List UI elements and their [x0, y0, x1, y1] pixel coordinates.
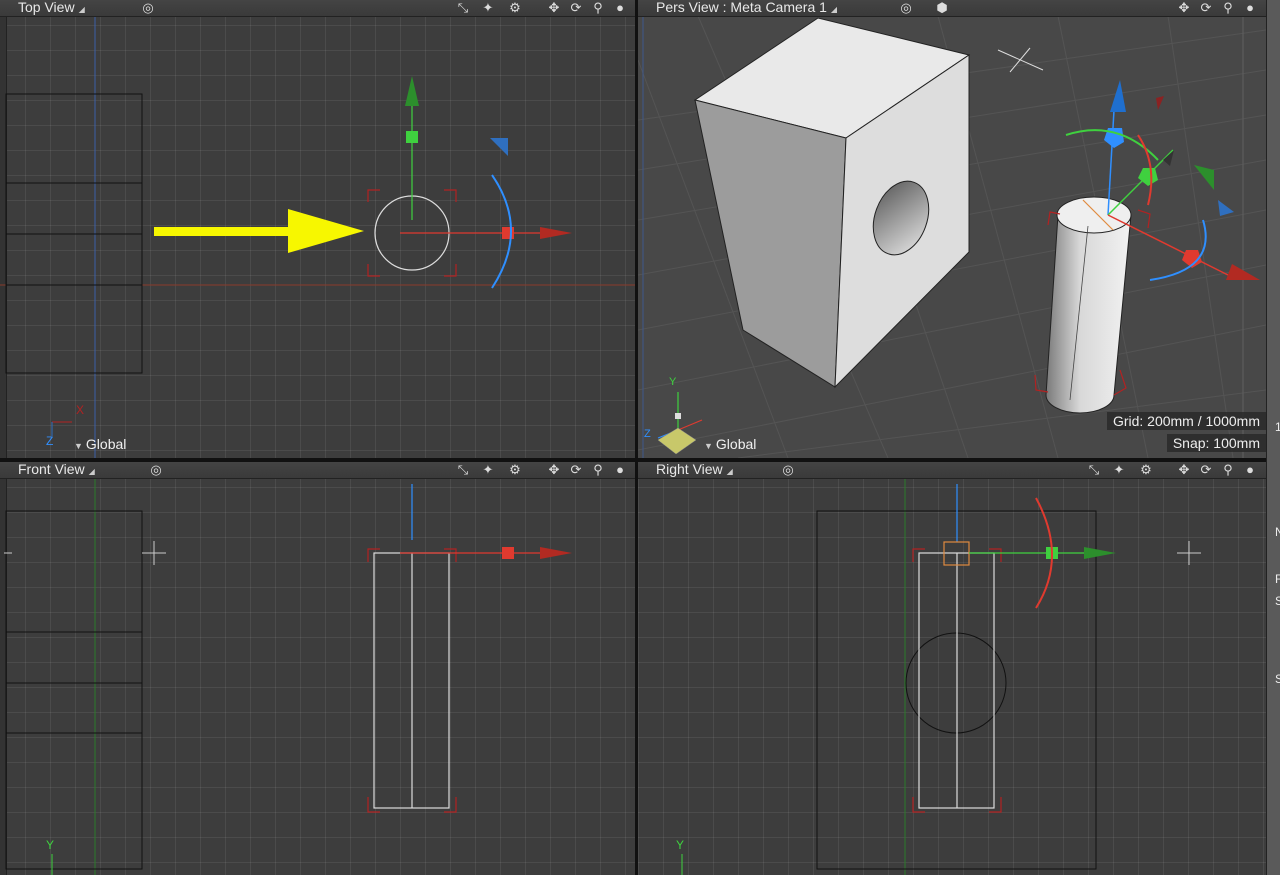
top-view-header: Top View ◢ ◎ ⤡ ✦ ⚙ ✥ ⟳ ⚲ ●: [0, 0, 635, 17]
target-icon[interactable]: ◎: [780, 462, 796, 478]
shading-sphere-icon[interactable]: ●: [1242, 462, 1258, 478]
annotation-arrow: [154, 209, 364, 253]
pers-axis-y-label: Y: [669, 376, 677, 388]
front-view-canvas: [4, 478, 572, 875]
front-axis-y-label: Y: [46, 838, 55, 852]
front-view-title[interactable]: Front View ◢: [18, 462, 95, 480]
right-gizmo: [943, 484, 1116, 609]
viewport-divider-vertical[interactable]: [635, 0, 638, 875]
pers-axis-z-label: Z: [644, 428, 651, 440]
right-view-title[interactable]: Right View ◢: [656, 462, 733, 480]
panel-fragment-label: N: [1275, 525, 1280, 539]
cylinder-mesh: [1045, 196, 1132, 414]
pers-view-title[interactable]: Pers View : Meta Camera 1 ◢: [656, 0, 837, 18]
shading-sphere-icon[interactable]: ●: [612, 462, 628, 478]
origin-cross-right: [1177, 541, 1201, 565]
pers-axis-triad: [657, 392, 703, 455]
cylinder-front: [373, 552, 450, 809]
zoom-icon[interactable]: ⚲: [1220, 0, 1236, 16]
settings-gear-icon[interactable]: ⚙: [507, 462, 523, 478]
zoom-icon[interactable]: ⚲: [1220, 462, 1236, 478]
box-outline-front: [5, 510, 143, 870]
top-coord-system-dropdown[interactable]: ▼ Global: [74, 436, 126, 452]
panel-fragment-label: 1: [1275, 420, 1280, 434]
top-view-viewport[interactable]: Top View ◢ ◎ ⤡ ✦ ⚙ ✥ ⟳ ⚲ ● X Z ▼ Global: [0, 0, 635, 458]
properties-panel-edge[interactable]: 1 N F S S: [1266, 0, 1280, 875]
fit-icon[interactable]: ⤡: [1086, 462, 1102, 478]
front-view-header: Front View ◢ ◎ ⤡ ✦ ⚙ ✥ ⟳ ⚲ ●: [0, 462, 635, 479]
target-icon[interactable]: ◎: [148, 462, 164, 478]
front-view-viewport[interactable]: Front View ◢ ◎ ⤡ ✦ ⚙ ✥ ⟳ ⚲ ● Y: [0, 462, 635, 875]
settings-gear-icon[interactable]: ⚙: [507, 0, 523, 16]
zoom-icon[interactable]: ⚲: [590, 0, 606, 16]
fit-icon[interactable]: ⤡: [455, 462, 471, 478]
pan-icon[interactable]: ✥: [546, 0, 562, 16]
fit-icon[interactable]: ⤡: [455, 0, 471, 16]
top-view-canvas: [0, 16, 635, 458]
pers-view-header: Pers View : Meta Camera 1 ◢ ◎ ⬢ ✥ ⟳ ⚲ ●: [638, 0, 1266, 17]
pan-icon[interactable]: ✥: [1176, 0, 1192, 16]
target-icon[interactable]: ◎: [898, 0, 914, 16]
right-view-canvas: [681, 478, 1201, 875]
right-view-viewport[interactable]: Right View ◢ ◎ ⤡ ✦ ⚙ ✥ ⟳ ⚲ ● Y: [638, 462, 1266, 875]
settings-gear-icon[interactable]: ⚙: [1138, 462, 1154, 478]
transform-gizmo: [400, 76, 572, 289]
axis-triad: [51, 421, 72, 436]
shading-sphere-icon[interactable]: ●: [1242, 0, 1258, 16]
rotate-icon[interactable]: ⟳: [568, 0, 584, 16]
block-hole-outline: [905, 632, 1007, 734]
target-icon[interactable]: ◎: [140, 0, 156, 16]
panel-fragment-label: F: [1275, 572, 1280, 586]
front-gizmo: [400, 484, 572, 559]
fit-selected-icon[interactable]: ✦: [480, 462, 496, 478]
pers-view-viewport[interactable]: Pers View : Meta Camera 1◢ ◎ ⬢ ✥ ⟳ ⚲ ●: [638, 0, 1266, 458]
grid-size-readout: Grid: 200mm / 1000mm: [1106, 412, 1266, 430]
cube-icon[interactable]: ⬢: [934, 0, 950, 16]
fit-selected-icon[interactable]: ✦: [1111, 462, 1127, 478]
pers-view-canvas: [638, 15, 1266, 458]
snap-size-readout: Snap: 100mm: [1166, 434, 1266, 452]
panel-fragment-label: S: [1275, 672, 1280, 686]
shading-sphere-icon[interactable]: ●: [612, 0, 628, 16]
pan-icon[interactable]: ✥: [1176, 462, 1192, 478]
pan-icon[interactable]: ✥: [546, 462, 562, 478]
block-mesh: [693, 17, 971, 389]
rotate-icon[interactable]: ⟳: [1198, 0, 1214, 16]
right-axis-y-label: Y: [676, 838, 685, 852]
cylinder-right: [918, 552, 995, 809]
fit-selected-icon[interactable]: ✦: [480, 0, 496, 16]
panel-fragment-label: S: [1275, 594, 1280, 608]
rotate-icon[interactable]: ⟳: [568, 462, 584, 478]
zoom-icon[interactable]: ⚲: [590, 462, 606, 478]
top-view-title[interactable]: Top View ◢: [18, 0, 85, 18]
rotate-icon[interactable]: ⟳: [1198, 462, 1214, 478]
top-axis-z-label: Z: [46, 434, 54, 448]
top-axis-x-label: X: [76, 403, 85, 417]
box-outline: [5, 93, 143, 374]
pers-coord-system-dropdown[interactable]: ▼ Global: [704, 436, 756, 452]
right-view-header: Right View ◢ ◎ ⤡ ✦ ⚙ ✥ ⟳ ⚲ ●: [638, 462, 1266, 479]
